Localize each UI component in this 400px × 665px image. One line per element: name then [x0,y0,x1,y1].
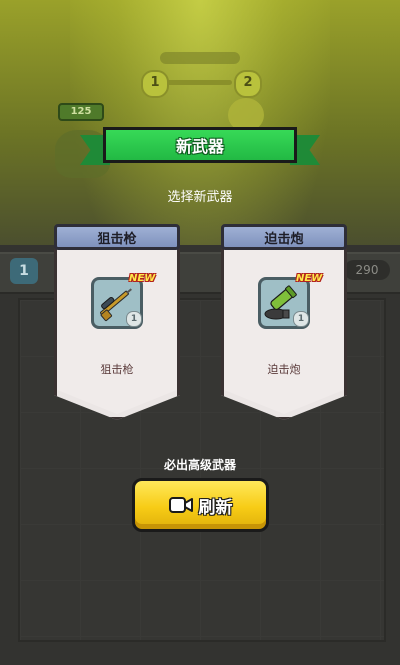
new-tag: NEW [129,273,156,284]
new-tag: NEW [296,273,323,284]
player-level-badge: 1 [10,258,38,284]
weapon-name: 迫击炮 [267,363,301,376]
refresh-button[interactable]: 刷新 [132,478,269,532]
modal-title: 新武器 [103,127,297,163]
weapon-level-badge: 1 [293,311,309,327]
weapon-card-mortar[interactable]: 迫击炮 NEW 1 迫击炮 [221,224,347,420]
stage-title [160,52,240,64]
weapon-name: 狙击枪 [100,363,134,376]
coin-counter: 290 [344,260,390,280]
video-icon [168,497,193,513]
hero-hp-bar: 125 [58,103,104,121]
weapon-level-badge: 1 [126,311,142,327]
modal-subtitle: 选择新武器 [167,190,233,205]
stage-node-left: 1 [141,70,169,98]
weapon-card-sniper[interactable]: 狙击枪 NEW 1 狙击枪 [54,224,180,420]
refresh-label: 刷新 [198,497,233,518]
refresh-hint: 必出高级武器 [163,458,236,472]
stage-node-right: 2 [234,70,262,98]
stage-progress-line [166,80,232,85]
card-title: 迫击炮 [221,224,347,250]
card-title: 狙击枪 [54,224,180,250]
